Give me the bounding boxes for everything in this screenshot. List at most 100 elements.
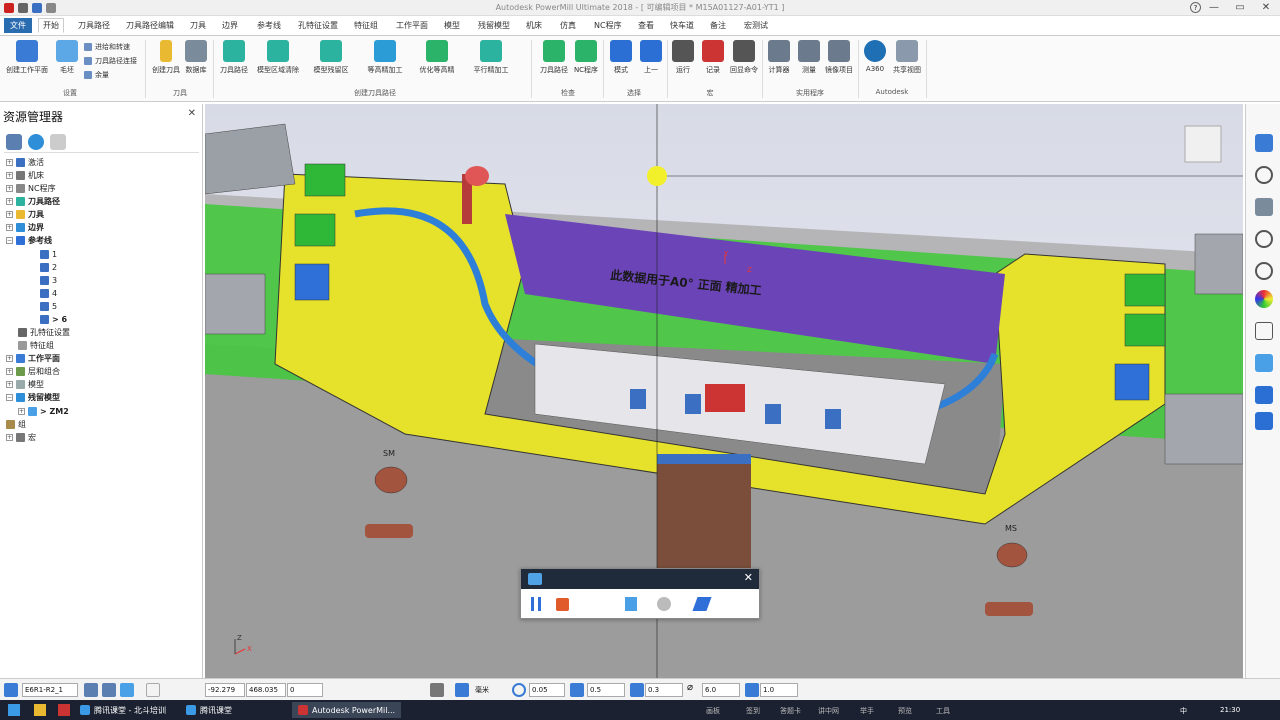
check-nc-program-button[interactable]: NC程序 (566, 40, 606, 75)
tab-machine[interactable]: 机床 (522, 19, 546, 32)
constant-z-finishing-button[interactable]: 等高精加工 (362, 40, 408, 75)
tree-item-pattern-6-active[interactable]: > 6 (40, 313, 67, 325)
model-area-clearance-button[interactable]: 模型区域清除 (254, 40, 302, 75)
expand-toggle[interactable]: + (6, 184, 13, 192)
model-rest-area-button[interactable]: 模型残留区 (308, 40, 354, 75)
list-view-icon[interactable] (6, 134, 22, 150)
tab-model[interactable]: 模型 (440, 19, 464, 32)
grid-view-icon[interactable] (50, 134, 66, 150)
tree-item-models[interactable]: + 模型 (6, 378, 44, 390)
wireframe-icon[interactable] (1255, 322, 1273, 340)
view-cube[interactable] (1184, 125, 1222, 163)
app-icon[interactable] (58, 704, 70, 716)
toolpath-connections-button[interactable]: 刀具路径连接 (84, 56, 137, 66)
expand-toggle[interactable]: + (18, 407, 25, 415)
feeds-speeds-button[interactable]: 进给和转速 (84, 42, 130, 52)
selection-mode-button[interactable]: 模式 (604, 40, 638, 75)
workplane-select[interactable]: E6R1-R2_1 (22, 683, 78, 697)
tab-macro-test[interactable]: 宏测试 (740, 19, 772, 32)
tree-item-boundaries[interactable]: + 边界 (6, 221, 44, 233)
tree-item-pattern-5[interactable]: 5 (40, 300, 57, 312)
file-explorer-icon[interactable] (34, 704, 46, 716)
tab-file[interactable]: 文件 (4, 18, 32, 33)
tab-boundary[interactable]: 边界 (218, 19, 242, 32)
tree-item-feature-groups[interactable]: 特征组 (18, 339, 54, 351)
maximize-button[interactable]: ▭ (1226, 0, 1254, 16)
tray-preview[interactable]: 预览 (898, 706, 912, 716)
stepover-field[interactable]: 1.0 (760, 683, 798, 697)
tray-checkin[interactable]: 签到 (746, 706, 760, 716)
tree-item-pattern-2[interactable]: 2 (40, 261, 57, 273)
tab-hole-feature[interactable]: 孔特征设置 (294, 19, 342, 32)
toolpath-button[interactable]: 刀具路径 (214, 40, 254, 75)
tray-whiteboard[interactable]: 画板 (706, 706, 720, 716)
tab-home[interactable]: 开始 (38, 18, 64, 33)
tree-item-stock-models[interactable]: − 残留模型 (6, 391, 60, 403)
tree-item-active[interactable]: + 激活 (6, 156, 44, 168)
tree-item-groups[interactable]: 组 (6, 418, 26, 430)
snap-icon[interactable] (102, 683, 116, 697)
expand-toggle[interactable]: + (6, 197, 13, 205)
a360-button[interactable]: A360 (858, 40, 892, 73)
recorder-close-button[interactable]: ✕ (744, 571, 753, 584)
tree-item-pattern-1[interactable]: 1 (40, 248, 57, 260)
refresh-view-icon[interactable] (1255, 198, 1273, 216)
z-coordinate-field[interactable]: 0 (287, 683, 323, 697)
tab-stock-model[interactable]: 残留模型 (474, 19, 514, 32)
echo-commands-button[interactable]: 回显命令 (726, 40, 762, 75)
tab-workplane[interactable]: 工作平面 (392, 19, 432, 32)
y-coordinate-field[interactable]: 468.035 (246, 683, 286, 697)
tree-item-machine[interactable]: + 机床 (6, 169, 44, 181)
collapse-toggle[interactable]: − (6, 236, 13, 244)
tree-item-nc-programs[interactable]: + NC程序 (6, 182, 56, 194)
taskbar-app-2[interactable]: 腾讯课堂 (186, 703, 232, 717)
tree-item-levels[interactable]: + 层和组合 (6, 365, 60, 377)
thickness-field[interactable]: 0.5 (587, 683, 625, 697)
tab-nc-program[interactable]: NC程序 (590, 19, 626, 32)
tab-notes[interactable]: 备注 (706, 19, 730, 32)
tab-toolpath-edit[interactable]: 刀具路径编辑 (122, 19, 178, 32)
tree-item-toolpaths[interactable]: + 刀具路径 (6, 195, 60, 207)
expand-toggle[interactable]: + (6, 380, 13, 388)
x-coordinate-field[interactable]: -92.279 (205, 683, 245, 697)
pick-cursor-icon[interactable] (1255, 412, 1273, 430)
tray-answer-card[interactable]: 答题卡 (780, 706, 801, 716)
expand-toggle[interactable]: + (6, 210, 13, 218)
mirror-item-button[interactable]: 镜像项目 (820, 40, 858, 75)
expand-toggle[interactable]: + (6, 171, 13, 179)
tree-item-hole-feature-sets[interactable]: 孔特征设置 (18, 326, 70, 338)
tab-feature-group[interactable]: 特征组 (350, 19, 382, 32)
raster-finishing-button[interactable]: 平行精加工 (468, 40, 514, 75)
stop-icon[interactable] (556, 598, 569, 611)
block-button[interactable]: 毛坯 (48, 40, 86, 75)
run-macro-button[interactable]: 运行 (666, 40, 700, 75)
thickness-button[interactable]: 余量 (84, 70, 109, 80)
minimize-button[interactable]: — (1200, 0, 1228, 16)
tab-pattern[interactable]: 参考线 (253, 19, 285, 32)
tray-lecture[interactable]: 讲中网 (818, 706, 839, 716)
tool-diameter-field[interactable]: 0.3 (645, 683, 683, 697)
create-workplane-button[interactable]: 创建工作平面 (4, 40, 50, 75)
calculator-button[interactable]: 计算器 (762, 40, 796, 75)
input-language[interactable]: 中 (1180, 706, 1187, 716)
taskbar-app-1[interactable]: 腾讯课堂 - 北斗培训 (80, 703, 166, 717)
record-macro-button[interactable]: 记录 (696, 40, 730, 75)
shaded-box-icon[interactable] (1255, 354, 1273, 372)
tree-item-workplanes[interactable]: + 工作平面 (6, 352, 60, 364)
explorer-close-icon[interactable]: ✕ (188, 108, 196, 119)
webcam-icon[interactable] (657, 597, 671, 611)
share-view-button[interactable]: 共享视图 (888, 40, 926, 75)
tree-item-pattern-3[interactable]: 3 (40, 274, 57, 286)
axis-status-icon[interactable] (120, 683, 134, 697)
tab-fast-lane[interactable]: 快车道 (666, 19, 698, 32)
tray-tools[interactable]: 工具 (936, 706, 950, 716)
view-isometric-icon[interactable] (1255, 134, 1273, 152)
marker-icon[interactable] (625, 597, 637, 611)
expand-toggle[interactable]: + (6, 158, 13, 166)
expand-toggle[interactable]: + (6, 433, 13, 441)
print-icon[interactable] (430, 683, 444, 697)
tree-item-pattern-4[interactable]: 4 (40, 287, 57, 299)
expand-toggle[interactable]: + (6, 367, 13, 375)
tree-item-patterns[interactable]: − 参考线 (6, 234, 52, 246)
taskbar-app-3[interactable]: Autodesk PowerMil... (292, 702, 402, 718)
